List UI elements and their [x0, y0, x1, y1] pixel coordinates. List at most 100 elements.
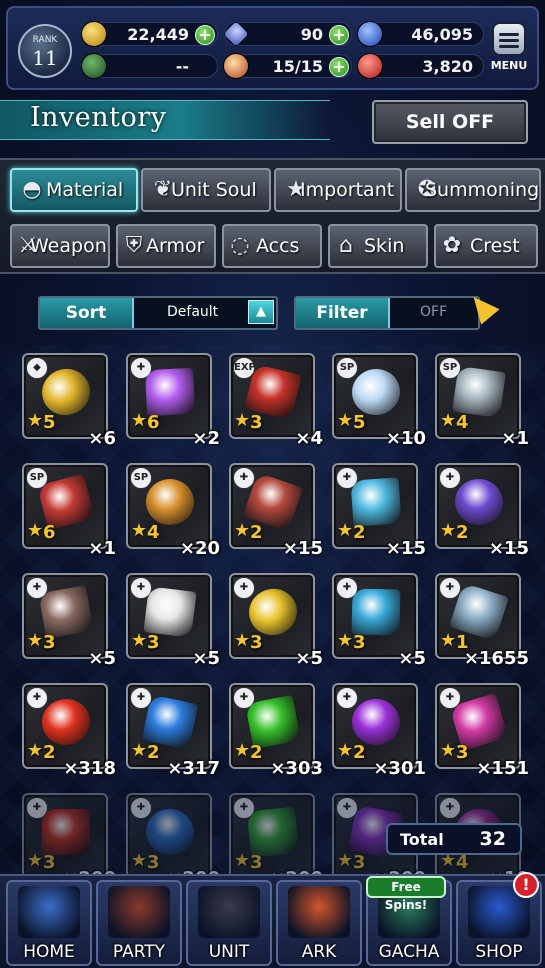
lapis-value: 90 [300, 25, 323, 44]
item-rarity: 2 [147, 742, 160, 763]
sort-direction-icon[interactable]: ▲ [248, 300, 274, 324]
arena-value: -- [175, 57, 189, 76]
rarity-star-icon: ★ [27, 410, 44, 431]
item-type-icon: ✚ [26, 687, 48, 709]
energy-value: 15/15 [272, 57, 323, 76]
item-rarity: 6 [147, 412, 160, 433]
inventory-item[interactable]: ✚ ★ 2 ×15 [332, 463, 426, 559]
rank-badge[interactable]: RANK 11 [18, 24, 72, 78]
item-quantity: ×2 [192, 428, 220, 449]
rarity-star-icon: ★ [234, 630, 251, 651]
tab-armor[interactable]: ⛨ Armor [116, 224, 216, 268]
inventory-item[interactable]: ✚ ★ 2 ×317 [126, 683, 220, 779]
gil-icon [81, 21, 107, 47]
tab-weapon[interactable]: ⚔ Weapon [10, 224, 110, 268]
free-spins-badge: Free Spins! [366, 876, 446, 912]
inventory-item[interactable]: ✚ ★ 3 ×5 [126, 573, 220, 669]
item-quantity: ×15 [488, 538, 529, 559]
tab-skin[interactable]: ⌂ Skin [328, 224, 428, 268]
item-rarity: 4 [456, 412, 469, 433]
inventory-item[interactable]: SP ★ 6 ×1 [22, 463, 116, 559]
inventory-item[interactable]: ✚★3×200 [22, 793, 116, 875]
item-thumbnail-icon [145, 478, 195, 526]
necklace-icon: ◌ [230, 233, 250, 258]
item-quantity: ×10 [385, 428, 426, 449]
add-energy-button[interactable]: + [329, 57, 349, 77]
lapis-counter: 90 + [222, 20, 352, 48]
item-rarity: 3 [147, 632, 160, 653]
inventory-item[interactable]: EXP ★ 3 ×4 [229, 353, 323, 449]
item-rarity: 2 [353, 522, 366, 543]
tab-label: Weapon [30, 235, 107, 257]
nav-unit-button[interactable]: UNIT [186, 880, 272, 966]
inventory-item[interactable]: ✚ ★ 2 ×15 [435, 463, 529, 559]
item-quantity: ×317 [167, 758, 220, 779]
item-quantity: ×5 [295, 648, 323, 669]
item-grid: ◆ ★ 5 ×6 ✚ ★ 6 ×2 EXP ★ 3 ×4 SP ★ 5 ×10 SP ★ 4 ×1 SP ★ 6 ×1 SP ★ 4… [0, 345, 545, 875]
tab-unit-soul[interactable]: ❦ Unit Soul [141, 168, 271, 212]
party-icon [108, 886, 170, 938]
energy-counter: 15/15 + [223, 53, 352, 79]
inventory-item[interactable]: ✚ ★ 2 ×15 [229, 463, 323, 559]
rarity-star-icon: ★ [131, 410, 148, 431]
inventory-item[interactable]: ✚ ★ 3 ×5 [332, 573, 426, 669]
page-title: Inventory [30, 102, 167, 133]
sort-control[interactable]: Sort Default ▲ [38, 296, 278, 330]
inventory-item[interactable]: ✚ ★ 3 ×151 [435, 683, 529, 779]
item-quantity: ×20 [179, 538, 220, 559]
inventory-item[interactable]: ✚ ★ 3 ×5 [22, 573, 116, 669]
rarity-star-icon: ★ [131, 850, 148, 871]
item-thumbnail-icon [245, 694, 301, 750]
inventory-item[interactable]: SP ★ 4 ×20 [126, 463, 220, 559]
inventory-item[interactable]: ✚★3×200 [229, 793, 323, 875]
item-thumbnail-icon [38, 585, 94, 639]
item-type-icon: SP [130, 467, 152, 489]
inventory-item[interactable]: SP ★ 5 ×10 [332, 353, 426, 449]
filter-control[interactable]: Filter OFF [294, 296, 480, 330]
menu-button[interactable]: MENU [489, 22, 529, 80]
bag-icon: ◓ [22, 177, 42, 202]
total-counter: Total 32 [386, 823, 522, 855]
add-lapis-button[interactable]: + [329, 25, 349, 45]
item-rarity: 3 [250, 632, 263, 653]
nav-label: PARTY [112, 942, 166, 962]
tab-crest[interactable]: ✿ Crest [434, 224, 538, 268]
inventory-item[interactable]: ✚ ★ 2 ×318 [22, 683, 116, 779]
nav-party-button[interactable]: PARTY [96, 880, 182, 966]
inventory-item[interactable]: ✚★3×200 [126, 793, 220, 875]
nav-home-button[interactable]: HOME [6, 880, 92, 966]
nav-ark-button[interactable]: ARK [276, 880, 362, 966]
item-type-icon: SP [336, 357, 358, 379]
item-rarity: 4 [147, 522, 160, 543]
item-thumbnail-icon [349, 696, 403, 748]
hanger-icon: ⌂ [339, 233, 353, 258]
add-gil-button[interactable]: + [195, 25, 215, 45]
inventory-item[interactable]: SP ★ 4 ×1 [435, 353, 529, 449]
blue-orb-value: 46,095 [411, 25, 473, 44]
rarity-star-icon: ★ [131, 740, 148, 761]
inventory-item[interactable]: ✚ ★ 3 ×5 [229, 573, 323, 669]
sort-label: Sort [40, 298, 134, 328]
rarity-star-icon: ★ [234, 740, 251, 761]
inventory-item[interactable]: ✚ ★ 2 ×301 [332, 683, 426, 779]
inventory-item[interactable]: ✚ ★ 1 ×1655 [435, 573, 529, 669]
item-thumbnail-icon [452, 365, 506, 419]
tab-material[interactable]: ◓ Material [10, 168, 138, 212]
shop-notification-badge: ! [513, 872, 539, 898]
tab-important[interactable]: ★ Important [274, 168, 402, 212]
item-type-icon: ✚ [233, 467, 255, 489]
inventory-item[interactable]: ◆ ★ 5 ×6 [22, 353, 116, 449]
arena-icon [81, 53, 107, 79]
inventory-item[interactable]: ✚ ★ 6 ×2 [126, 353, 220, 449]
item-type-icon: ✚ [233, 577, 255, 599]
tab-label: Important [300, 179, 395, 201]
total-value: 32 [479, 828, 506, 850]
inventory-item[interactable]: ✚ ★ 2 ×303 [229, 683, 323, 779]
tab-summoning[interactable]: ✪ Summoning [405, 168, 541, 212]
item-thumbnail-icon [350, 477, 402, 527]
sell-toggle-button[interactable]: Sell OFF [372, 100, 528, 144]
tab-accs[interactable]: ◌ Accs [222, 224, 322, 268]
item-rarity: 5 [353, 412, 366, 433]
item-rarity: 3 [456, 742, 469, 763]
item-quantity: ×6 [88, 428, 116, 449]
